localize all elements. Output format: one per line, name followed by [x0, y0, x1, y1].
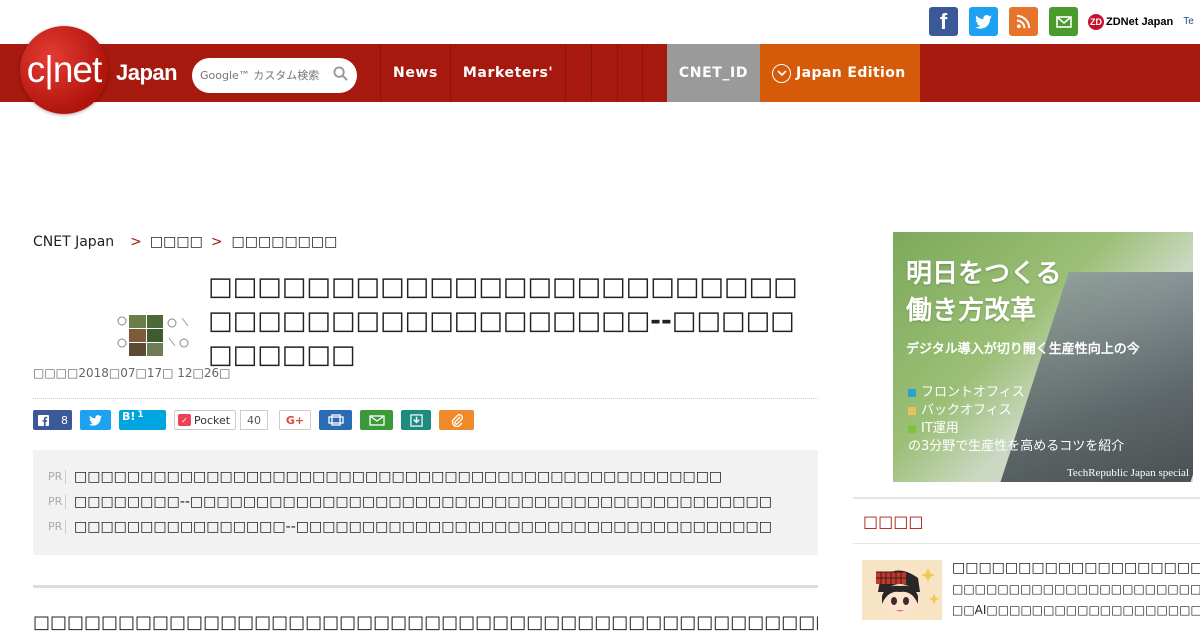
main-nav: Japan News Marketers' CNET_ID Japan Edit…: [0, 44, 1200, 102]
ad-subtitle: デジタル導入が切り開く生産性向上の今: [906, 342, 1140, 357]
article-thumbnail: [114, 313, 193, 358]
ad-list-label: バックオフィス: [921, 403, 1012, 418]
nav-item-news[interactable]: News: [380, 44, 450, 102]
mail-icon[interactable]: [1049, 7, 1078, 36]
nav-item-empty[interactable]: [617, 44, 644, 102]
print-icon: [327, 414, 344, 426]
search-icon[interactable]: [333, 66, 348, 81]
breadcrumb-level3[interactable]: □□□□□□□□: [232, 234, 338, 250]
google-plus-button[interactable]: G+: [279, 410, 311, 430]
logo-japan-text: Japan: [116, 60, 178, 85]
facebook-icon[interactable]: f: [929, 7, 958, 36]
article-title: □□□□□□□□□□□□□□□□□□□□□□□□□□□□□□□□□□□□□□□□…: [208, 272, 798, 370]
pocket-button[interactable]: ✓ Pocket: [174, 410, 236, 430]
pr-box: PR □□□□□□□□□□□□□□□□□□□□□□□□□□□□□□□□□□□□□…: [33, 450, 818, 555]
ad-title-line: 働き方改革: [906, 296, 1037, 326]
ad-title: 明日をつくる 働き方改革: [906, 256, 1061, 330]
twitter-icon: [89, 414, 102, 426]
breadcrumb-separator: >: [130, 234, 142, 250]
sidebar-item-title[interactable]: □□□□□□□□□□□□□□□□□□□□: [952, 560, 1200, 576]
save-button[interactable]: [401, 410, 431, 430]
breadcrumb-level2[interactable]: □□□□: [150, 234, 203, 250]
mail-icon: [368, 414, 385, 426]
edition-selector[interactable]: Japan Edition: [760, 44, 920, 102]
pr-tag: PR: [48, 519, 66, 534]
hatena-count: 1: [137, 409, 144, 420]
pocket-count: 40: [240, 410, 268, 430]
ad-list-label: フロントオフィス: [921, 385, 1025, 400]
nav-item-empty[interactable]: [591, 44, 617, 102]
paperclip-icon: [451, 414, 463, 427]
ad-list-label: IT運用: [921, 421, 959, 436]
rss-icon[interactable]: [1009, 7, 1038, 36]
pocket-icon: ✓: [178, 414, 191, 426]
cnet-logo[interactable]: c|net: [20, 26, 108, 114]
search-input[interactable]: [198, 68, 328, 83]
top-share-bar: f ZD ZDNet Japan Te: [0, 0, 1200, 44]
zdnet-logo-icon: ZD: [1088, 13, 1104, 30]
ad-list: フロントオフィス バックオフィス IT運用 の3分野で生産性を高めるコツを紹介: [908, 384, 1124, 456]
twitter-icon[interactable]: [969, 7, 998, 36]
facebook-icon: [38, 414, 49, 426]
email-share-button[interactable]: [360, 410, 393, 430]
techrepublic-label: Te: [1183, 16, 1194, 27]
bullet-icon: [908, 424, 916, 433]
download-icon: [409, 413, 423, 427]
search-box[interactable]: [192, 58, 357, 93]
pr-item[interactable]: PR □□□□□□□□□□□□□□□□□□□□□□□□□□□□□□□□□□□□□…: [48, 464, 803, 489]
zdnet-link[interactable]: ZD ZDNet Japan: [1088, 13, 1174, 30]
ad-list-item: IT運用: [908, 420, 1124, 438]
hatena-icon: B!: [122, 409, 136, 423]
share-buttons: 8 B! 1 ✓ Pocket 40 G+: [33, 409, 482, 430]
print-button[interactable]: [319, 410, 352, 430]
breadcrumb-separator: >: [210, 234, 223, 250]
breadcrumb: CNET Japan > □□□□ > □□□□□□□□: [33, 234, 337, 250]
pr-item[interactable]: PR □□□□□□□□□□□□□□□□--□□□□□□□□□□□□□□□□□□□…: [48, 514, 803, 539]
clip-button[interactable]: [439, 410, 474, 430]
breadcrumb-home[interactable]: CNET Japan: [33, 234, 114, 250]
pocket-label: Pocket: [194, 413, 231, 427]
bullet-icon: [908, 388, 916, 397]
divider: [33, 585, 818, 588]
nav-item-empty[interactable]: [565, 44, 591, 102]
facebook-share-button[interactable]: 8: [33, 410, 72, 430]
pr-tag: PR: [48, 494, 66, 509]
ad-title-line: 明日をつくる: [906, 259, 1062, 289]
chevron-down-icon: [772, 63, 791, 83]
pr-tag: PR: [48, 469, 66, 484]
edition-label: Japan Edition: [796, 65, 906, 81]
ad-list-item: フロントオフィス: [908, 384, 1124, 402]
ad-banner[interactable]: 明日をつくる 働き方改革 デジタル導入が切り開く生産性向上の今 フロントオフィス…: [893, 232, 1193, 482]
nav-links: News Marketers': [380, 44, 644, 102]
hatena-bookmark-button[interactable]: B! 1: [119, 409, 166, 430]
divider: [853, 543, 1200, 544]
pr-item[interactable]: PR □□□□□□□□--□□□□□□□□□□□□□□□□□□□□□□□□□□□…: [48, 489, 803, 514]
sidebar-item-text: □□AI□□□□□□□□□□□□□□□□□□□□: [952, 603, 1200, 617]
ad-footer: TechRepublic Japan special: [1066, 467, 1189, 479]
twitter-share-button[interactable]: [80, 410, 111, 430]
sidebar-thumbnail[interactable]: [862, 560, 942, 620]
bullet-icon: [908, 406, 916, 415]
techrepublic-link[interactable]: Te: [1183, 16, 1194, 27]
ad-list-tail: の3分野で生産性を高めるコツを紹介: [908, 439, 1125, 454]
sidebar-item-text: □□□□□□□□□□□□□□□□□□□□□□: [952, 582, 1200, 596]
pr-link[interactable]: □□□□□□□□--□□□□□□□□□□□□□□□□□□□□□□□□□□□□□□…: [74, 494, 772, 510]
ad-list-item: バックオフィス: [908, 402, 1124, 420]
facebook-count: 8: [61, 413, 68, 427]
divider: [33, 398, 818, 399]
sidebar-heading: □□□□: [863, 512, 924, 531]
pr-link[interactable]: □□□□□□□□□□□□□□□□□□□□□□□□□□□□□□□□□□□□□□□□…: [74, 469, 722, 485]
article-date: □□□□2018□07□17□ 12□26□: [33, 366, 231, 380]
pr-link[interactable]: □□□□□□□□□□□□□□□□--□□□□□□□□□□□□□□□□□□□□□□…: [74, 519, 772, 535]
social-icons: f ZD ZDNet Japan Te: [929, 7, 1194, 36]
nav-item-marketers[interactable]: Marketers': [449, 44, 565, 102]
cnet-id-button[interactable]: CNET_ID: [667, 44, 760, 102]
divider: [853, 497, 1200, 499]
zdnet-label: ZDNet Japan: [1106, 15, 1174, 28]
